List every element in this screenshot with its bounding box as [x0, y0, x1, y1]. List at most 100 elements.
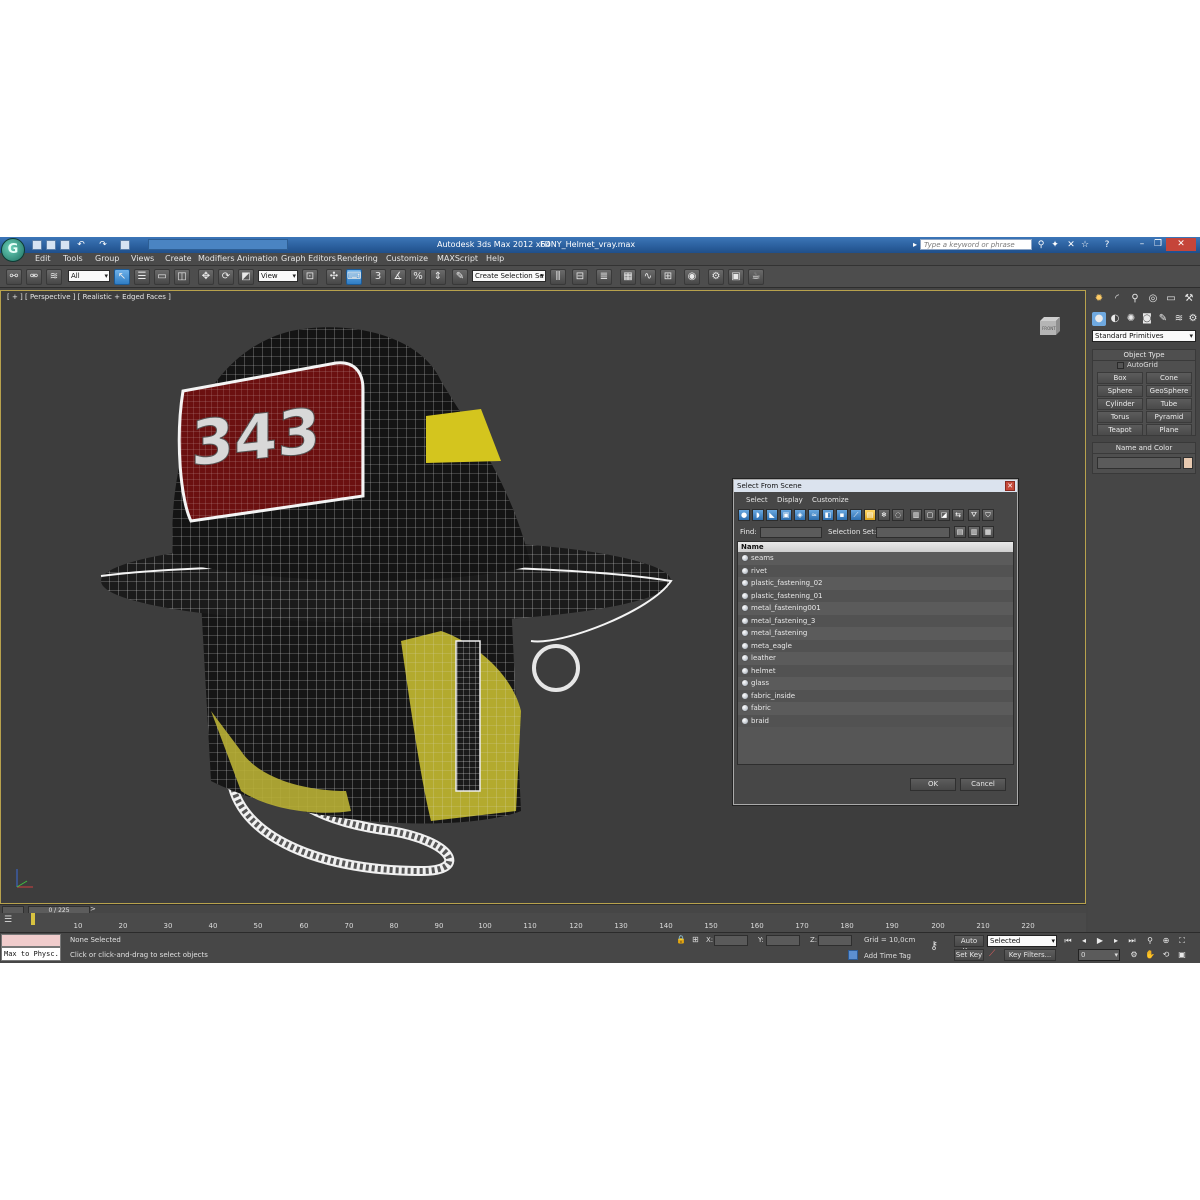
pivot-center-icon[interactable]: ⊡ — [302, 269, 318, 285]
new-file-icon[interactable] — [32, 240, 42, 250]
schematic-view-icon[interactable]: ⊞ — [660, 269, 676, 285]
add-time-tag-icon[interactable] — [848, 950, 858, 960]
selection-lock-icon[interactable]: 🔒 — [676, 935, 686, 945]
viewcube-icon[interactable]: FRONT — [1036, 315, 1064, 337]
display-spacewarps-icon[interactable]: ≈ — [808, 509, 820, 521]
motion-tab-icon[interactable]: ◎ — [1146, 292, 1160, 306]
render-setup-icon[interactable]: ⚙ — [708, 269, 724, 285]
trackbar[interactable]: ☰ 10 20 30 40 50 60 70 80 90 100 110 120… — [0, 913, 1086, 932]
select-manipulate-icon[interactable]: ✣ — [326, 269, 342, 285]
menu-create[interactable]: Create — [165, 254, 192, 263]
list-item[interactable]: plastic_fastening_02 — [738, 577, 1013, 590]
key-mode-dropdown[interactable]: Selected — [987, 935, 1057, 947]
create-tab-icon[interactable]: ✹ — [1092, 292, 1106, 306]
menu-maxscript[interactable]: MAXScript — [437, 254, 478, 263]
next-frame-icon[interactable]: ▸ — [1110, 935, 1122, 947]
keyboard-shortcut-toggle-icon[interactable]: ⌨ — [346, 269, 362, 285]
torus-button[interactable]: Torus — [1097, 411, 1143, 423]
select-and-link-icon[interactable]: ⚯ — [6, 269, 22, 285]
dialog-close-icon[interactable]: ✕ — [1005, 481, 1015, 491]
go-to-end-icon[interactable]: ⏭ — [1126, 935, 1138, 947]
reference-coord-dropdown[interactable]: View — [258, 270, 298, 282]
select-invert-icon[interactable]: ▦ — [982, 526, 994, 538]
previous-frame-icon[interactable]: ◂ — [1078, 935, 1090, 947]
pan-icon[interactable]: ✋ — [1144, 949, 1156, 961]
filter-icon[interactable]: ⛛ — [968, 509, 980, 521]
search-input[interactable]: Type a keyword or phrase — [920, 239, 1032, 250]
curve-editor-icon[interactable]: ∿ — [640, 269, 656, 285]
display-tab-icon[interactable]: ▭ — [1164, 292, 1178, 306]
dialog-title[interactable]: Select From Scene — [734, 480, 1017, 492]
modify-tab-icon[interactable]: ◜ — [1110, 292, 1124, 306]
select-by-name-icon[interactable]: ☰ — [134, 269, 150, 285]
dialog-menu-customize[interactable]: Customize — [812, 496, 849, 504]
sync-selection-icon[interactable]: ⇆ — [952, 509, 964, 521]
select-object-icon[interactable]: ↖ — [114, 269, 130, 285]
teapot-button[interactable]: Teapot — [1097, 424, 1143, 436]
set-key-icon[interactable]: ⟋ — [989, 949, 1001, 961]
object-type-title[interactable]: Object Type — [1093, 350, 1195, 361]
edit-named-selection-icon[interactable]: ✎ — [452, 269, 468, 285]
time-configuration-icon[interactable]: ⚙ — [1128, 949, 1140, 961]
favorites-icon[interactable]: ☆ — [1080, 240, 1090, 250]
redo-icon[interactable]: ↷ — [98, 240, 108, 250]
mirror-icon[interactable]: ⫼ — [550, 269, 566, 285]
binoculars-icon[interactable]: ⚲ — [1036, 240, 1046, 250]
find-input[interactable] — [760, 527, 822, 538]
cameras-category-icon[interactable]: ◙ — [1140, 312, 1154, 326]
select-all-icon[interactable]: ▤ — [954, 526, 966, 538]
add-time-tag[interactable]: Add Time Tag — [864, 952, 911, 960]
menu-modifiers[interactable]: Modifiers — [198, 254, 235, 263]
pyramid-button[interactable]: Pyramid — [1146, 411, 1192, 423]
snaps-toggle-icon[interactable]: 3 — [370, 269, 386, 285]
maximize-viewport-icon[interactable]: ▣ — [1176, 949, 1188, 961]
y-coordinate-field[interactable] — [766, 935, 800, 946]
spacewarps-category-icon[interactable]: ≋ — [1172, 312, 1186, 326]
systems-category-icon[interactable]: ⚙ — [1186, 312, 1200, 326]
workspace-field[interactable] — [148, 239, 288, 250]
maxscript-listener-top[interactable] — [1, 934, 61, 947]
project-folder-icon[interactable] — [120, 240, 130, 250]
list-item[interactable]: glass — [738, 677, 1013, 690]
menu-help[interactable]: Help — [486, 254, 504, 263]
render-production-icon[interactable]: ☕ — [748, 269, 764, 285]
menu-graph-editors[interactable]: Graph Editors — [281, 254, 336, 263]
name-and-color-title[interactable]: Name and Color — [1093, 443, 1195, 454]
window-crossing-icon[interactable]: ◫ — [174, 269, 190, 285]
helpers-category-icon[interactable]: ✎ — [1156, 312, 1170, 326]
autogrid-checkbox[interactable] — [1117, 362, 1124, 369]
go-to-start-icon[interactable]: ⏮ — [1062, 935, 1074, 947]
save-file-icon[interactable] — [60, 240, 70, 250]
shapes-category-icon[interactable]: ◐ — [1108, 312, 1122, 326]
select-scale-icon[interactable]: ◩ — [238, 269, 254, 285]
cylinder-button[interactable]: Cylinder — [1097, 398, 1143, 410]
time-slider-next-icon[interactable]: > — [90, 905, 96, 913]
help-icon[interactable]: ? — [1102, 240, 1112, 250]
utilities-tab-icon[interactable]: ⚒ — [1182, 292, 1196, 306]
list-item[interactable]: seams — [738, 552, 1013, 565]
list-item[interactable]: rivet — [738, 564, 1013, 577]
zoom-icon[interactable]: ⚲ — [1144, 935, 1156, 947]
menu-customize[interactable]: Customize — [386, 254, 428, 263]
current-frame-field[interactable]: 0 — [1078, 949, 1120, 961]
advanced-filter-icon[interactable]: ⛉ — [982, 509, 994, 521]
set-key-button[interactable]: Set Key — [954, 949, 984, 961]
display-groups-icon[interactable]: ◧ — [822, 509, 834, 521]
list-item[interactable]: meta_eagle — [738, 639, 1013, 652]
list-item[interactable]: fabric — [738, 702, 1013, 715]
geometry-category-icon[interactable]: ● — [1092, 312, 1106, 326]
geosphere-button[interactable]: GeoSphere — [1146, 385, 1192, 397]
unlink-icon[interactable]: ⚮ — [26, 269, 42, 285]
rectangular-selection-icon[interactable]: ▭ — [154, 269, 170, 285]
app-logo-icon[interactable]: G — [1, 238, 25, 262]
x-coordinate-field[interactable] — [714, 935, 748, 946]
box-button[interactable]: Box — [1097, 372, 1143, 384]
object-list[interactable]: Name seams rivet plastic_fastening_02 pl… — [737, 541, 1014, 765]
menu-views[interactable]: Views — [131, 254, 154, 263]
select-rotate-icon[interactable]: ⟳ — [218, 269, 234, 285]
selection-filter-dropdown[interactable]: All — [68, 270, 110, 282]
select-move-icon[interactable]: ✥ — [198, 269, 214, 285]
minimize-button[interactable]: – — [1134, 238, 1150, 251]
object-name-input[interactable] — [1097, 457, 1181, 469]
object-color-swatch[interactable] — [1183, 457, 1193, 469]
